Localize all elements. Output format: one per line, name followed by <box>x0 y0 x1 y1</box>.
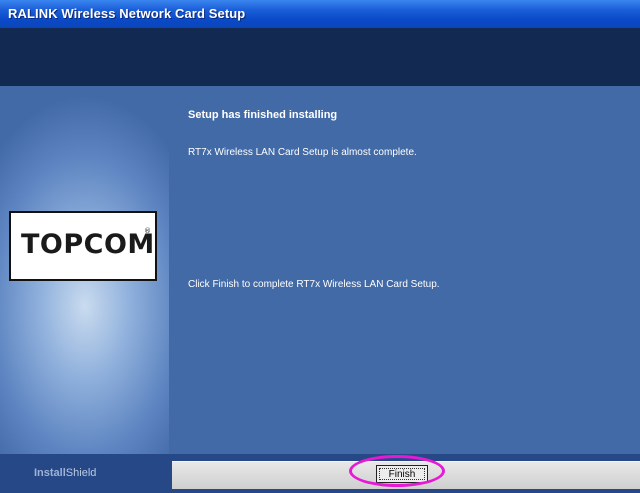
header-band <box>0 28 640 86</box>
footer-bar: InstallShield <box>0 454 640 493</box>
left-graphic-panel: TOPCOM ® <box>0 86 169 454</box>
title-bar[interactable]: RALINK Wireless Network Card Setup <box>0 0 640 28</box>
status-message: RT7x Wireless LAN Card Setup is almost c… <box>188 147 417 158</box>
installshield-brand: InstallShield <box>34 467 96 479</box>
registered-mark: ® <box>144 227 151 235</box>
highlight-ring <box>349 455 445 487</box>
brand-bold: Install <box>34 467 66 479</box>
setup-window: RALINK Wireless Network Card Setup TOPCO… <box>0 0 640 493</box>
logo-text: TOPCOM <box>21 229 155 260</box>
instruction-message: Click Finish to complete RT7x Wireless L… <box>188 279 440 290</box>
brand-thin: Shield <box>65 467 97 479</box>
window-title: RALINK Wireless Network Card Setup <box>8 6 246 21</box>
page-heading: Setup has finished installing <box>188 109 338 121</box>
content-area: TOPCOM ® Setup has finished installing R… <box>0 86 640 454</box>
topcom-logo: TOPCOM ® <box>9 211 157 281</box>
